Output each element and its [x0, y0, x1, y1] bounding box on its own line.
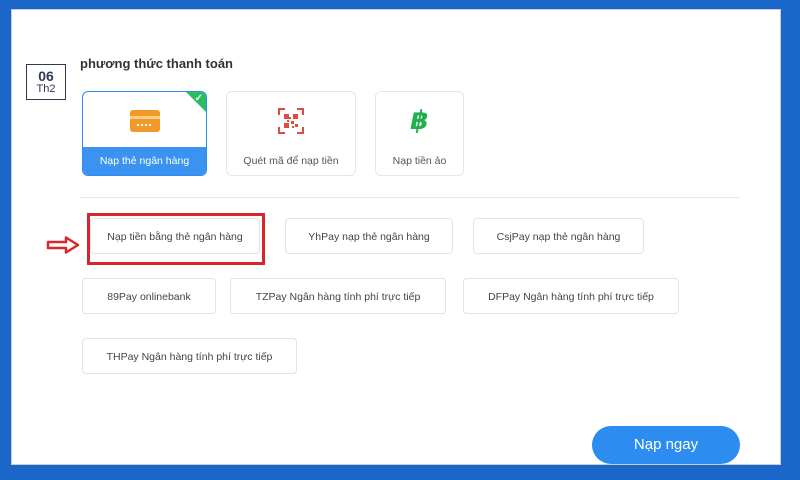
arrow-right-icon — [46, 236, 80, 254]
divider — [80, 197, 740, 198]
qr-code-icon — [227, 106, 355, 136]
option-tzpay[interactable]: TZPay Ngân hàng tính phí trực tiếp — [230, 278, 446, 314]
method-qr-code[interactable]: Quét mã để nạp tiền — [226, 91, 356, 176]
submit-button[interactable]: Nạp ngay — [592, 426, 740, 464]
option-csjpay[interactable]: CsjPay nạp thẻ ngân hàng — [473, 218, 644, 254]
method-label: Quét mã để nạp tiền — [243, 155, 339, 167]
bitcoin-icon: ฿ — [410, 106, 429, 136]
option-yhpay[interactable]: YhPay nạp thẻ ngân hàng — [285, 218, 453, 254]
date-month: Th2 — [36, 83, 56, 95]
option-89pay[interactable]: 89Pay onlinebank — [82, 278, 216, 314]
highlight-box — [87, 213, 265, 265]
option-thpay[interactable]: THPay Ngân hàng tính phí trực tiếp — [82, 338, 297, 374]
option-dfpay[interactable]: DFPay Ngân hàng tính phí trực tiếp — [463, 278, 679, 314]
method-bank-card[interactable]: ✓ Nạp thẻ ngân hàng — [82, 91, 207, 176]
method-label: Nạp tiền ảo — [392, 155, 447, 167]
date-day: 06 — [38, 68, 54, 84]
method-label: Nạp thẻ ngân hàng — [83, 147, 206, 175]
date-badge: 06 Th2 — [26, 64, 66, 100]
method-crypto[interactable]: ฿ Nạp tiền ảo — [375, 91, 464, 176]
section-title: phương thức thanh toán — [80, 56, 233, 71]
